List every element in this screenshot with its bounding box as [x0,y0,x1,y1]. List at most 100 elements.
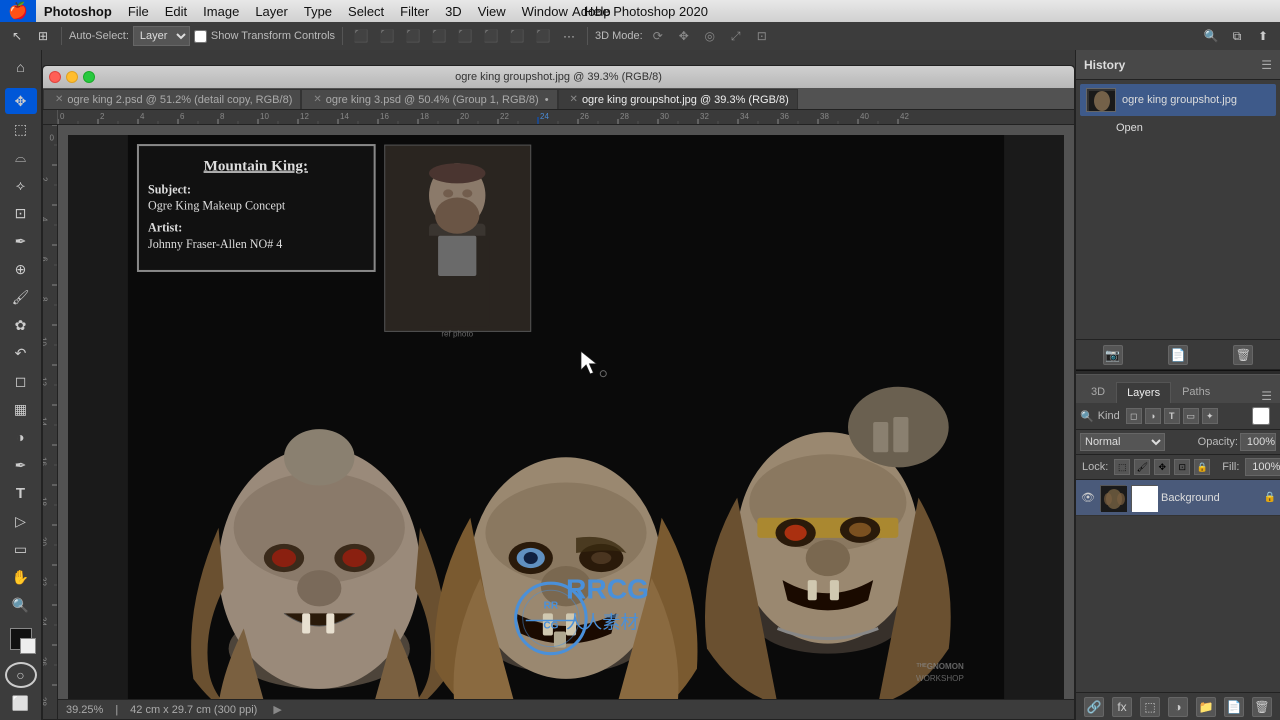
tab-paths[interactable]: Paths [1171,381,1221,403]
eraser-tool[interactable]: ◻ [5,368,37,394]
align-left-button[interactable]: ⬛ [350,25,372,47]
align-right-button[interactable]: ⬛ [402,25,424,47]
app-menu-image[interactable]: Image [195,0,247,22]
doc-tab-1[interactable]: ✕ ogre king 3.psd @ 50.4% (Group 1, RGB/… [301,89,557,109]
app-menu-window[interactable]: Window [514,0,576,22]
new-group-button[interactable]: 📁 [1196,697,1216,717]
dodge-tool[interactable]: ◑ [5,424,37,450]
3d-pan-button[interactable]: ✥ [673,25,695,47]
brush-tool[interactable]: 🖌 [5,284,37,310]
history-brush-tool[interactable]: ↶ [5,340,37,366]
align-bottom-button[interactable]: ⬛ [480,25,502,47]
doc-tab-0[interactable]: ✕ ogre king 2.psd @ 51.2% (detail copy, … [43,89,301,109]
align-middle-button[interactable]: ⬛ [454,25,476,47]
lock-position-button[interactable]: ✥ [1154,459,1170,475]
filter-type-button[interactable]: T [1164,408,1180,424]
move-tool-arrow[interactable]: ↖ [6,25,28,47]
search-button[interactable]: 🔍 [1200,25,1222,47]
eyedropper-tool[interactable]: ✒ [5,228,37,254]
lock-all-button[interactable]: 🔒 [1194,459,1210,475]
share-button[interactable]: ⬆ [1252,25,1274,47]
path-select-tool[interactable]: ▷ [5,508,37,534]
doc-tab-0-close[interactable]: ✕ [55,94,63,105]
app-menu-edit[interactable]: Edit [157,0,195,22]
lasso2-tool[interactable]: ⌓ [5,144,37,170]
filter-smart-button[interactable]: ✦ [1202,408,1218,424]
3d-slide-button[interactable]: ⤢ [725,25,747,47]
opacity-input[interactable] [1240,433,1276,451]
more-options-button[interactable]: ··· [558,25,580,47]
screen-mode-button[interactable]: ⬜ [5,690,37,716]
gradient-tool[interactable]: ▦ [5,396,37,422]
delete-history-button[interactable]: 🗑 [1233,345,1253,365]
minimize-button[interactable] [66,71,78,83]
create-new-document-button[interactable]: 📄 [1168,345,1188,365]
maximize-button[interactable] [83,71,95,83]
app-menu-view[interactable]: View [470,0,514,22]
3d-scale-button[interactable]: ⊡ [751,25,773,47]
artwork-canvas[interactable]: Mountain King: Subject: Ogre King Makeup… [68,135,1064,699]
align-center-h-button[interactable]: ⬛ [376,25,398,47]
lock-image-button[interactable]: 🖌 [1134,459,1150,475]
history-item-file[interactable]: ogre king groupshot.jpg [1080,84,1276,116]
clone-tool[interactable]: ✿ [5,312,37,338]
layers-panel-options[interactable]: ☰ [1257,389,1276,403]
create-snapshot-button[interactable]: 📷 [1103,345,1123,365]
canvas-container[interactable]: Mountain King: Subject: Ogre King Makeup… [58,125,1074,719]
arrange-options[interactable]: ⊞ [32,25,54,47]
filter-shape-button[interactable]: ▭ [1183,408,1199,424]
history-options-button[interactable]: ☰ [1261,58,1272,72]
auto-select-dropdown[interactable]: Layer Group [133,26,190,46]
doc-tab-2[interactable]: ✕ ogre king groupshot.jpg @ 39.3% (RGB/8… [558,89,798,109]
lock-artboard-button[interactable]: ⊡ [1174,459,1190,475]
filter-adjustment-button[interactable]: ◑ [1145,408,1161,424]
doc-tab-1-close[interactable]: ✕ [313,94,321,105]
blend-mode-select[interactable]: Normal Multiply Screen Overlay [1080,433,1165,451]
app-menu-layer[interactable]: Layer [247,0,296,22]
text-tool[interactable]: T [5,480,37,506]
app-menu-file[interactable]: File [120,0,157,22]
app-menu-select[interactable]: Select [340,0,392,22]
pen-tool[interactable]: ✒ [5,452,37,478]
3d-orbit-button[interactable]: ◎ [699,25,721,47]
status-arrow[interactable]: ▶ [273,703,281,716]
apple-menu[interactable]: 🍎 [0,0,36,22]
layer-item-background[interactable]: 👁 Background 🔒 [1076,480,1280,516]
layer-styles-button[interactable]: fx [1112,697,1132,717]
3d-rotate-button[interactable]: ⟳ [647,25,669,47]
hand-tool[interactable]: ✋ [5,564,37,590]
filter-toggle[interactable] [1246,407,1276,425]
lock-transparent-button[interactable]: ⬚ [1114,459,1130,475]
history-item-open[interactable]: Open [1080,118,1276,138]
show-transform-checkbox[interactable] [194,30,207,43]
link-layers-button[interactable]: 🔗 [1084,697,1104,717]
zoom-tool[interactable]: 🔍 [5,592,37,618]
app-menu-filter[interactable]: Filter [392,0,437,22]
close-button[interactable] [49,71,61,83]
healing-tool[interactable]: ⊕ [5,256,37,282]
fill-input[interactable] [1245,458,1280,476]
adjustment-layer-button[interactable]: ◑ [1168,697,1188,717]
delete-layer-button[interactable]: 🗑 [1252,697,1272,717]
distribute-v-button[interactable]: ⬛ [532,25,554,47]
doc-tab-2-close[interactable]: ✕ [570,94,578,105]
tab-3d[interactable]: 3D [1080,381,1116,403]
align-top-button[interactable]: ⬛ [428,25,450,47]
quick-mask-button[interactable]: ○ [5,662,37,688]
app-menu-photoshop[interactable]: Photoshop [36,0,120,22]
new-layer-button[interactable]: 📄 [1224,697,1244,717]
move-tool[interactable]: ✥ [5,88,37,114]
layer-visibility-eye[interactable]: 👁 [1080,490,1096,506]
distribute-h-button[interactable]: ⬛ [506,25,528,47]
foreground-color[interactable] [10,628,32,650]
tab-layers[interactable]: Layers [1116,382,1171,403]
shape-tool[interactable]: ▭ [5,536,37,562]
layer-mask-button[interactable]: ⬚ [1140,697,1160,717]
magic-wand-tool[interactable]: ⟡ [5,172,37,198]
arrange-windows-button[interactable]: ⧉ [1226,25,1248,47]
app-menu-type[interactable]: Type [296,0,340,22]
filter-pixel-button[interactable]: ◻ [1126,408,1142,424]
app-menu-3d[interactable]: 3D [437,0,470,22]
home-tool[interactable]: ⌂ [5,54,37,80]
lasso-tool[interactable]: ⬚ [5,116,37,142]
